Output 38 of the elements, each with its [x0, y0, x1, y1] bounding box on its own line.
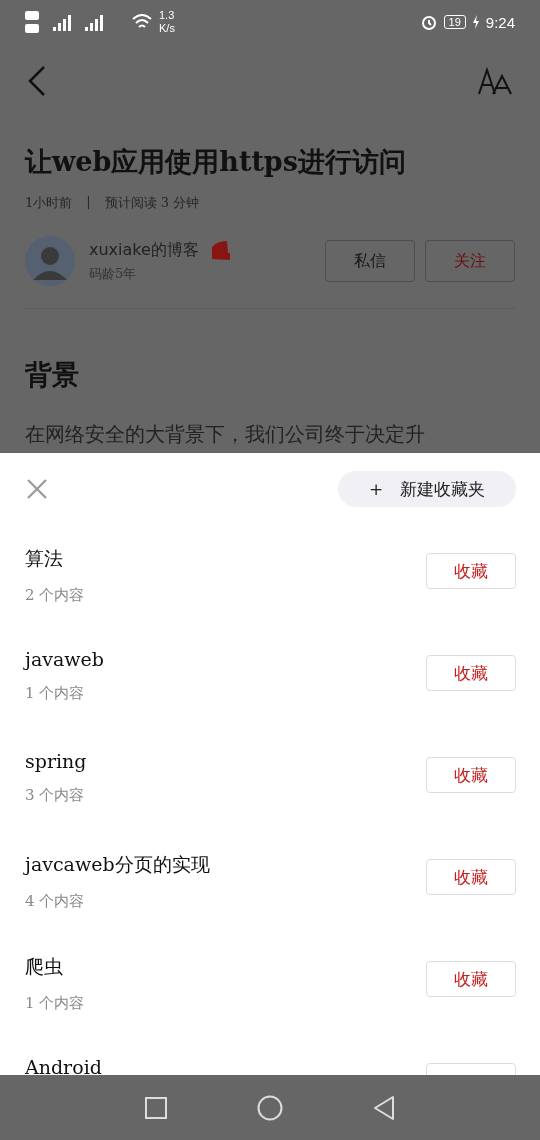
message-button[interactable]: 私信: [325, 240, 415, 282]
font-size-button[interactable]: [475, 65, 515, 97]
folder-name: 爬虫: [25, 954, 64, 979]
meta-separator: |: [86, 194, 91, 211]
home-icon: [257, 1094, 283, 1121]
read-time: 预计阅读 3 分钟: [104, 194, 200, 212]
collect-button[interactable]: 收藏: [426, 655, 516, 691]
clock-time: 9:24: [485, 13, 515, 31]
avatar: [25, 236, 75, 286]
article-title: 让web应用使用https进行访问: [25, 145, 407, 179]
article-paragraph: 在网络安全的大背景下，我们公司终于决定升: [25, 421, 426, 448]
battery-level: 19: [443, 15, 466, 29]
folder-name: spring: [25, 750, 87, 772]
folder-count: 4 个内容: [25, 892, 86, 911]
collect-button[interactable]: 收藏: [426, 757, 516, 793]
folder-count: 2 个内容: [25, 586, 85, 605]
folder-name: 算法: [25, 546, 64, 571]
folder-count: 1 个内容: [25, 684, 86, 703]
publish-time: 1小时前: [25, 194, 73, 212]
collect-button[interactable]: 收藏: [426, 961, 516, 997]
folder-count: 1 个内容: [25, 994, 85, 1013]
collect-button[interactable]: 收藏: [426, 553, 516, 589]
folder-name: javcaweb分页的实现: [25, 852, 210, 877]
new-folder-button[interactable]: + 新建收藏夹: [338, 471, 516, 507]
collect-button[interactable]: 收藏: [426, 859, 516, 895]
author-name: xuxiake的博客: [89, 239, 199, 261]
alarm-icon: [419, 13, 438, 31]
folder-name: javaweb: [25, 648, 104, 670]
back-nav-icon: [373, 1094, 395, 1121]
font-size-icon: [477, 67, 513, 95]
section-heading: 背景: [25, 358, 80, 392]
back-icon: [27, 65, 47, 97]
recent-apps-icon: [145, 1096, 167, 1119]
network-speed: 1.3 K/s: [159, 9, 176, 35]
charging-icon: [471, 15, 480, 29]
folder-count: 3 个内容: [25, 786, 86, 805]
folder-name: Android: [25, 1056, 102, 1075]
close-icon: [26, 478, 48, 500]
